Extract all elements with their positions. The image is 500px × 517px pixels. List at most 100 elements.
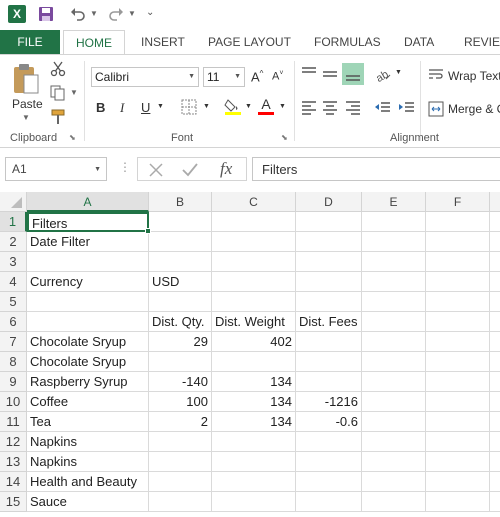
cell-g9[interactable] [490, 372, 500, 392]
cell-e7[interactable] [362, 332, 426, 352]
redo-icon[interactable] [108, 6, 124, 22]
cell-b4[interactable]: USD [149, 272, 212, 292]
cell-c12[interactable] [212, 432, 296, 452]
cell-b10[interactable]: 100 [149, 392, 212, 412]
cell-b11[interactable]: 2 [149, 412, 212, 432]
cell-b15[interactable] [149, 492, 212, 512]
row-header[interactable]: 12 [0, 432, 27, 452]
row-header[interactable]: 9 [0, 372, 27, 392]
cancel-icon[interactable] [148, 162, 164, 178]
row-header[interactable]: 15 [0, 492, 27, 512]
cell-c13[interactable] [212, 452, 296, 472]
cell-g5[interactable] [490, 292, 500, 312]
cell-d9[interactable] [296, 372, 362, 392]
cell-e9[interactable] [362, 372, 426, 392]
cell-g8[interactable] [490, 352, 500, 372]
cell-c3[interactable] [212, 252, 296, 272]
row-header[interactable]: 5 [0, 292, 27, 312]
cell-g10[interactable] [490, 392, 500, 412]
column-header-c[interactable]: C [212, 192, 296, 212]
cell-e1[interactable] [362, 212, 426, 232]
row-header[interactable]: 1 [0, 212, 27, 232]
tab-page-layout[interactable]: PAGE LAYOUT [208, 30, 291, 54]
cell-f4[interactable] [426, 272, 490, 292]
cell-d2[interactable] [296, 232, 362, 252]
cell-e3[interactable] [362, 252, 426, 272]
cell-e13[interactable] [362, 452, 426, 472]
clipboard-launcher-icon[interactable]: ⬊ [69, 133, 76, 142]
align-left-icon[interactable] [300, 99, 318, 117]
borders-dropdown-icon[interactable]: ▼ [203, 103, 210, 110]
column-header-a[interactable]: A [27, 192, 149, 212]
font-color-icon[interactable]: A [258, 97, 274, 115]
column-header-b[interactable]: B [149, 192, 212, 212]
fill-color-dropdown-icon[interactable]: ▼ [245, 103, 252, 110]
borders-icon[interactable] [181, 99, 197, 115]
cell-g6[interactable] [490, 312, 500, 332]
copy-dropdown-icon[interactable]: ▼ [70, 88, 78, 97]
cell-b13[interactable] [149, 452, 212, 472]
column-header-e[interactable]: E [362, 192, 426, 212]
name-box[interactable]: A1 ▼ [5, 157, 107, 181]
cell-e12[interactable] [362, 432, 426, 452]
shrink-font-button[interactable]: A˅ [272, 70, 283, 83]
cell-a9[interactable]: Raspberry Syrup [27, 372, 149, 392]
customize-qat-icon[interactable]: ⌄ [146, 7, 154, 18]
cell-f11[interactable] [426, 412, 490, 432]
top-align-icon[interactable] [300, 65, 318, 83]
font-color-dropdown-icon[interactable]: ▼ [279, 103, 286, 110]
font-name-combo[interactable]: Calibri ▼ [91, 67, 199, 87]
cell-c2[interactable] [212, 232, 296, 252]
fill-color-icon[interactable] [224, 97, 242, 115]
tab-file[interactable]: FILE [0, 30, 60, 54]
formula-input[interactable]: Filters [252, 157, 500, 181]
cell-b12[interactable] [149, 432, 212, 452]
row-header[interactable]: 11 [0, 412, 27, 432]
font-launcher-icon[interactable]: ⬊ [281, 133, 288, 142]
enter-icon[interactable] [182, 162, 198, 178]
grow-font-button[interactable]: A^ [251, 69, 263, 84]
cell-g12[interactable] [490, 432, 500, 452]
cell-d14[interactable] [296, 472, 362, 492]
cell-c11[interactable]: 134 [212, 412, 296, 432]
increase-indent-icon[interactable] [398, 99, 416, 117]
cell-f7[interactable] [426, 332, 490, 352]
cell-e2[interactable] [362, 232, 426, 252]
cell-d15[interactable] [296, 492, 362, 512]
cell-g1[interactable] [490, 212, 500, 232]
paste-icon[interactable] [12, 63, 40, 95]
cell-f15[interactable] [426, 492, 490, 512]
middle-align-icon[interactable] [321, 65, 339, 83]
cell-a11[interactable]: Tea [27, 412, 149, 432]
cell-b9[interactable]: -140 [149, 372, 212, 392]
cell-f9[interactable] [426, 372, 490, 392]
tab-data[interactable]: DATA [404, 30, 434, 54]
row-header[interactable]: 14 [0, 472, 27, 492]
worksheet-grid[interactable]: A B C D E F 1 Filters 2 Date Filter 3 4 Curren… [0, 192, 500, 517]
merge-center-button[interactable]: Merge & C [448, 102, 500, 116]
cell-a3[interactable] [27, 252, 149, 272]
cell-a7[interactable]: Chocolate Sryup [27, 332, 149, 352]
bottom-align-icon[interactable] [342, 63, 364, 85]
cell-c6[interactable]: Dist. Weight [212, 312, 296, 332]
cell-c15[interactable] [212, 492, 296, 512]
cell-c8[interactable] [212, 352, 296, 372]
orientation-icon[interactable]: ab [374, 65, 392, 83]
cell-b14[interactable] [149, 472, 212, 492]
cell-d1[interactable] [296, 212, 362, 232]
copy-icon[interactable] [50, 85, 66, 101]
cell-d5[interactable] [296, 292, 362, 312]
cell-c5[interactable] [212, 292, 296, 312]
cell-g2[interactable] [490, 232, 500, 252]
merge-center-icon[interactable] [428, 101, 444, 117]
formula-bar-resize-handle[interactable]: ⋮ [119, 160, 131, 174]
cell-g3[interactable] [490, 252, 500, 272]
underline-dropdown-icon[interactable]: ▼ [157, 103, 164, 110]
cell-g11[interactable] [490, 412, 500, 432]
wrap-text-icon[interactable] [428, 67, 444, 83]
cell-a8[interactable]: Chocolate Sryup [27, 352, 149, 372]
cell-f14[interactable] [426, 472, 490, 492]
cell-d8[interactable] [296, 352, 362, 372]
tab-insert[interactable]: INSERT [141, 30, 185, 54]
paste-dropdown-icon[interactable]: ▼ [22, 113, 30, 122]
